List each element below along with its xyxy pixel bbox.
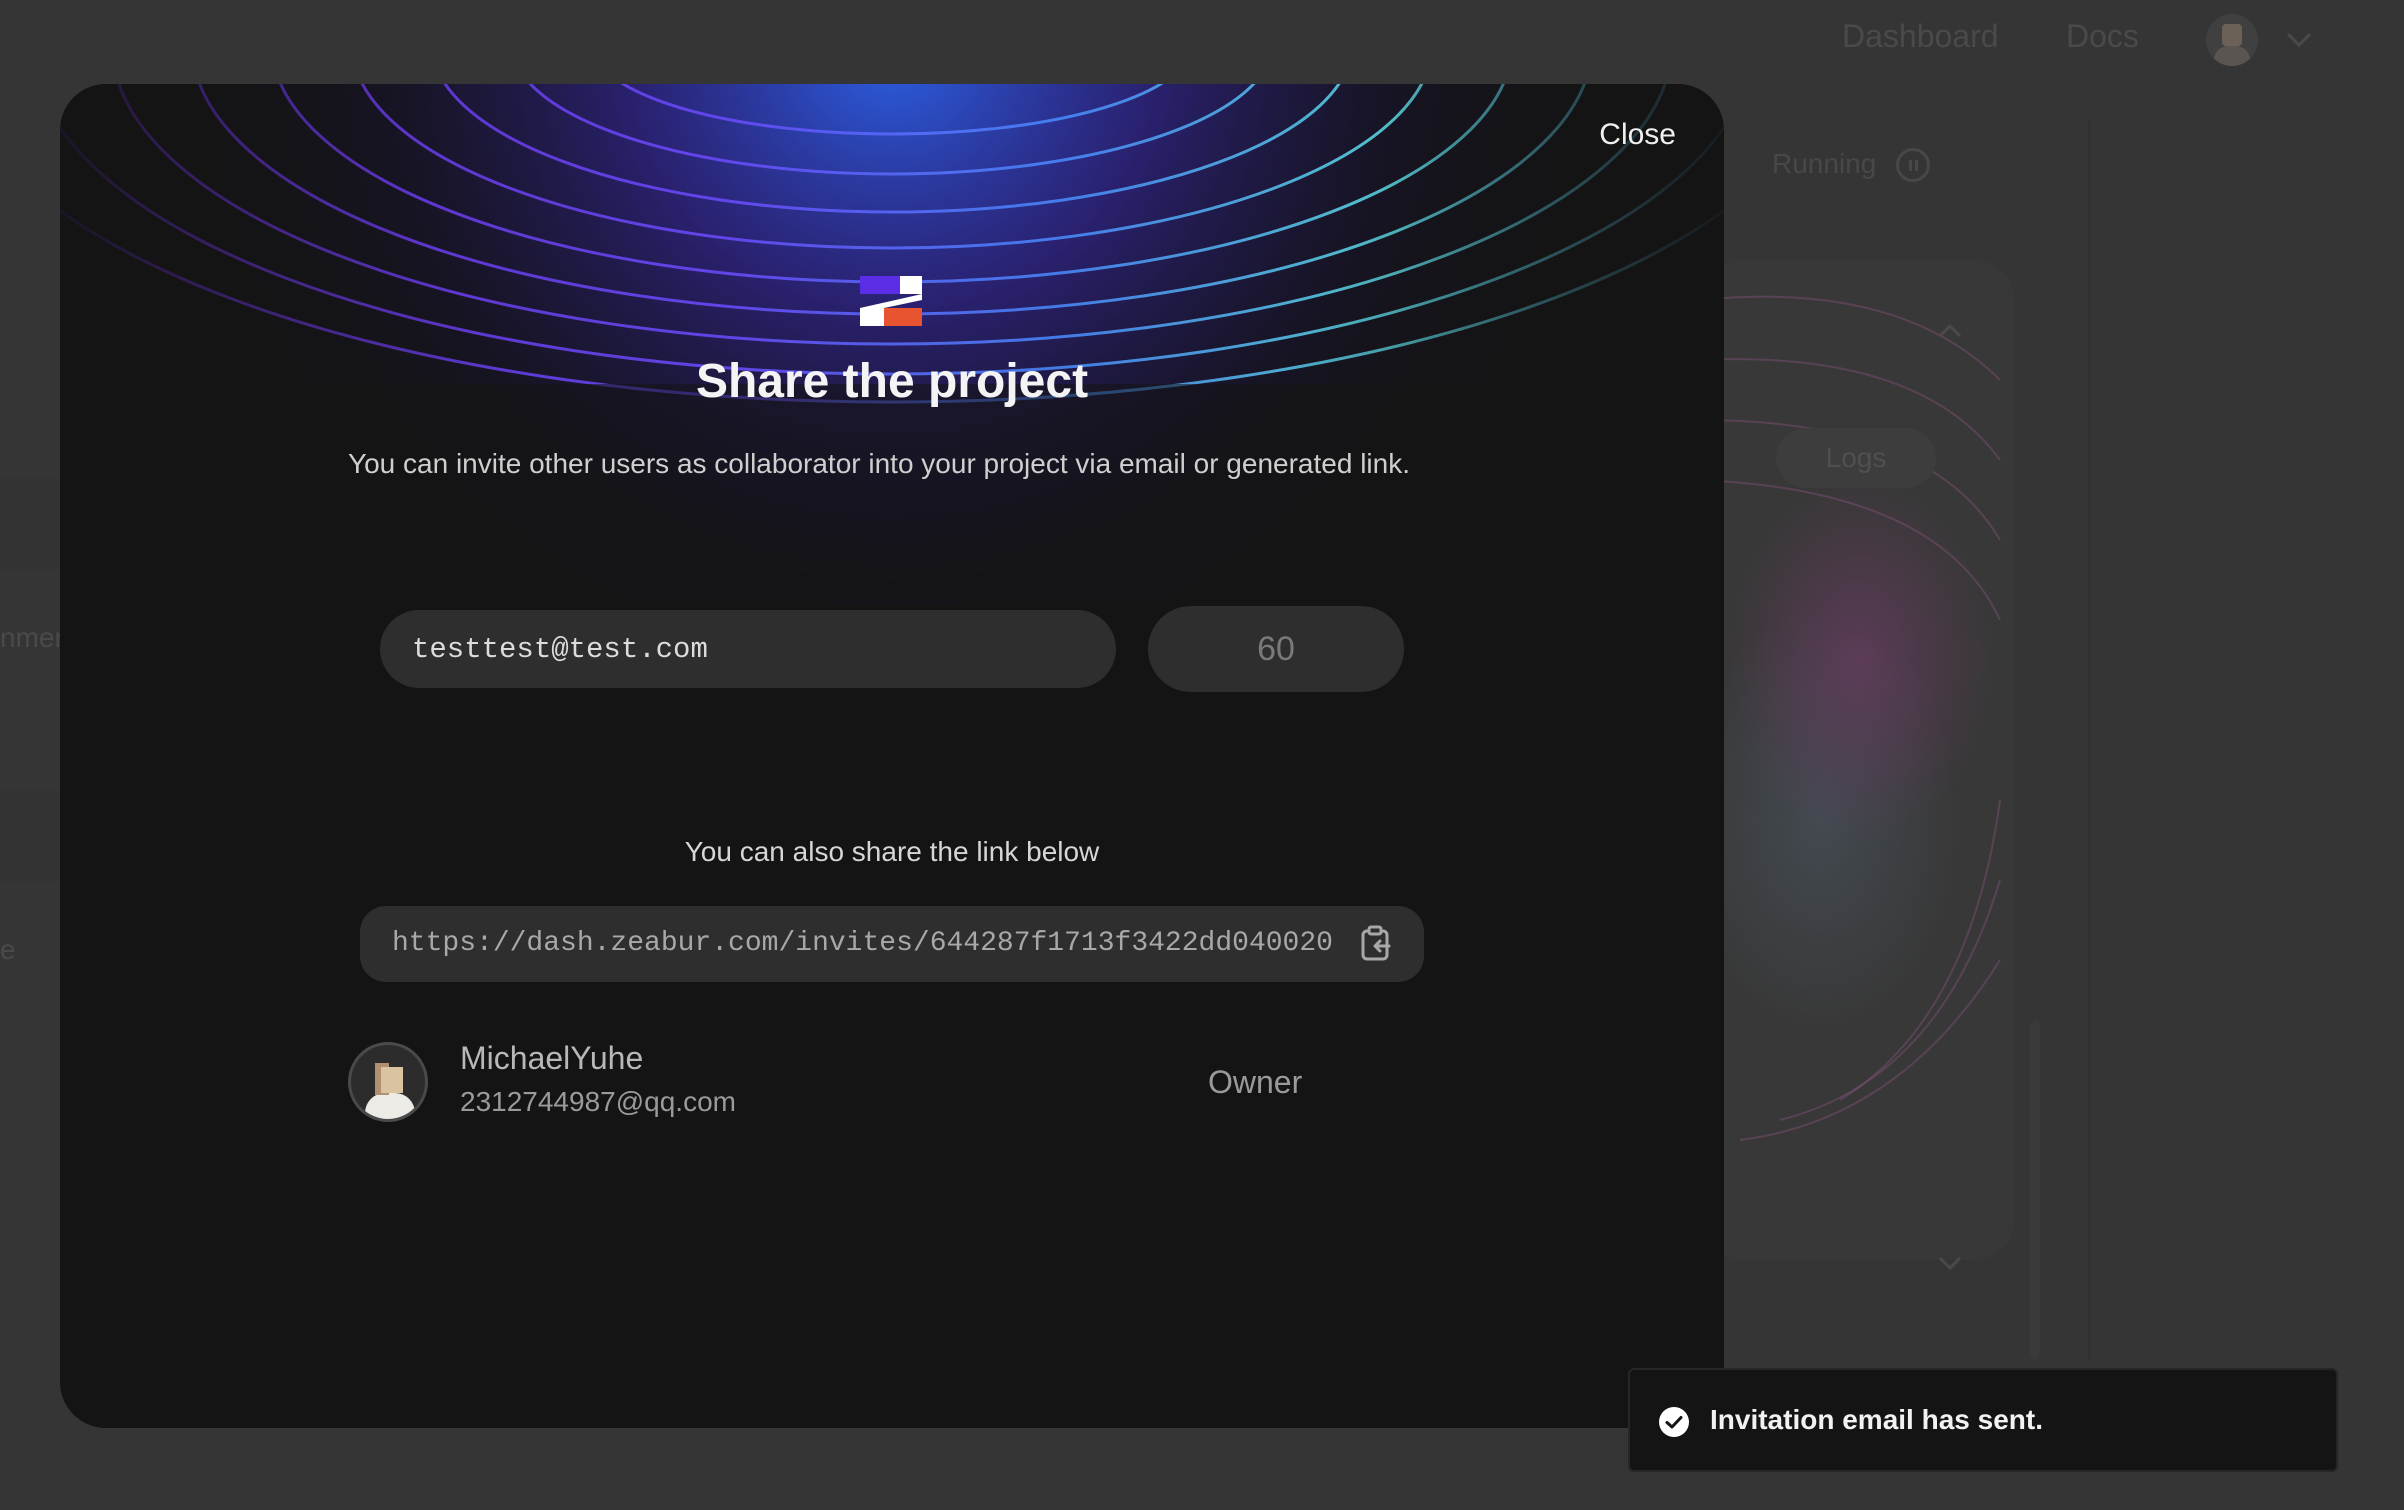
copy-clipboard-icon[interactable] [1356, 924, 1396, 964]
divider [2088, 120, 2091, 1360]
invite-link-text[interactable]: https://dash.zeabur.com/invites/644287f1… [392, 906, 1333, 982]
close-button[interactable]: Close [1599, 118, 1676, 152]
sidebar-text-fragment: e [0, 934, 16, 965]
chevron-down-icon[interactable] [2284, 24, 2314, 54]
scrollbar[interactable] [2030, 1020, 2040, 1360]
service-card-rings [1700, 295, 2001, 1141]
chevron-up-icon[interactable] [1936, 318, 1964, 346]
user-avatar[interactable] [2206, 14, 2258, 66]
nav-dashboard-link[interactable]: Dashboard [1842, 18, 1999, 55]
logs-button[interactable]: Logs [1776, 428, 1936, 488]
top-nav: Dashboard Docs [0, 0, 2404, 80]
nav-docs-link[interactable]: Docs [2066, 18, 2139, 55]
member-role: Owner [1208, 1064, 1303, 1100]
member-avatar [348, 1042, 428, 1122]
send-invite-button[interactable]: 60 [1148, 606, 1404, 692]
sidebar-row [0, 790, 60, 882]
member-email: 2312744987@qq.com [460, 1086, 736, 1117]
hero-rings-graphic [60, 84, 1724, 604]
modal-title: Share the project [695, 355, 1089, 408]
chevron-down-icon[interactable] [1936, 1248, 1964, 1276]
email-input[interactable] [380, 610, 1116, 688]
member-row: MichaelYuhe 2312744987@qq.com Owner [348, 1040, 1348, 1124]
pause-icon[interactable] [1896, 148, 1930, 182]
share-link-hint: You can also share the link below [684, 836, 1100, 867]
sidebar-text-fragment: nmer [0, 622, 64, 653]
toast-message: Invitation email has sent. [1710, 1404, 2043, 1435]
share-project-modal: Close Share the project You can invite o… [60, 84, 1724, 1428]
service-status-label: Running [1772, 148, 1877, 179]
sidebar-row [0, 478, 60, 570]
check-circle-icon [1659, 1407, 1689, 1437]
success-toast: Invitation email has sent. [1628, 1368, 2338, 1472]
member-name: MichaelYuhe [460, 1040, 644, 1076]
zeabur-logo [860, 276, 922, 326]
invite-link-field[interactable]: https://dash.zeabur.com/invites/644287f1… [360, 906, 1424, 982]
modal-description: You can invite other users as collaborat… [348, 448, 1410, 479]
